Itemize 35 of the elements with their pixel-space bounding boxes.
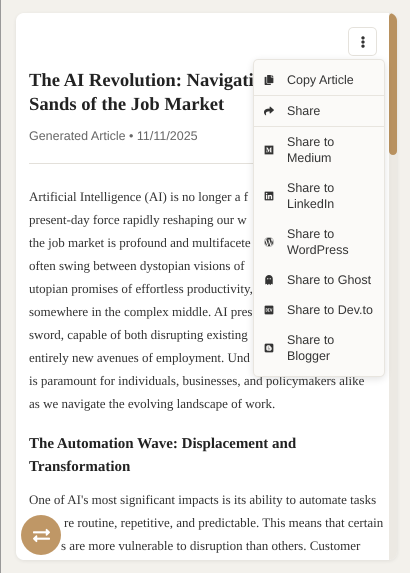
paragraph-line: somewhere in the complex middle. AI pres [29, 303, 252, 321]
paragraph-line: as we navigate the evolving landscape of work. [29, 395, 276, 413]
dev-icon [264, 305, 274, 315]
paragraph-line: utopian promises of effortless productivity, [29, 280, 253, 298]
paragraph-line: s are more vulnerable to disruption than others. Customer [61, 537, 360, 555]
article-meta: Generated Article • 11/11/2025 [29, 129, 198, 143]
scrollbar[interactable] [389, 13, 397, 560]
more-menu-button[interactable] [348, 27, 377, 56]
menu-item[interactable]: Copy Article [254, 65, 384, 96]
blogger-icon [264, 343, 274, 353]
linkedin-icon [264, 191, 274, 201]
menu-item[interactable]: Share to Ghost [254, 265, 384, 295]
paragraph-line: entirely new avenues of employment. Und [29, 349, 250, 367]
wordpress-icon [264, 237, 274, 247]
paragraph-line: re routine, repetitive, and predictable. This means that certain [64, 514, 384, 532]
paragraph-line: Artificial Intelligence (AI) is no longer a f [29, 188, 248, 206]
paragraph-line: sword, capable of both disrupting existing [29, 326, 248, 344]
scrollbar-thumb[interactable] [389, 13, 397, 155]
article-title: The AI Revolution: Navigati Sands of the Job Market [29, 69, 254, 117]
medium-icon [264, 145, 274, 155]
menu-item[interactable]: Share to Medium [254, 127, 384, 173]
paragraph-line: present-day force rapidly reshaping our w [29, 211, 247, 229]
ghost-icon [264, 275, 274, 285]
menu-item[interactable]: Share to WordPress [254, 219, 384, 265]
copy-icon [264, 75, 274, 85]
swap-icon [32, 526, 50, 544]
menu-item[interactable]: Share to Dev.to [254, 295, 384, 325]
paragraph-line: often swing between dystopian visions of [29, 257, 245, 275]
menu-item[interactable]: Share [254, 96, 384, 127]
menu-item[interactable]: Share to LinkedIn [254, 173, 384, 219]
section-heading: The Automation Wave: Displacement and Transformation [29, 435, 298, 477]
paragraph-line: the job market is profound and multifacete [29, 234, 251, 252]
menu-item[interactable]: Share to Blogger [254, 325, 384, 371]
paragraph-line: One of AI's most significant impacts is its ability to automate tasks [29, 491, 376, 509]
share-icon [264, 106, 274, 116]
